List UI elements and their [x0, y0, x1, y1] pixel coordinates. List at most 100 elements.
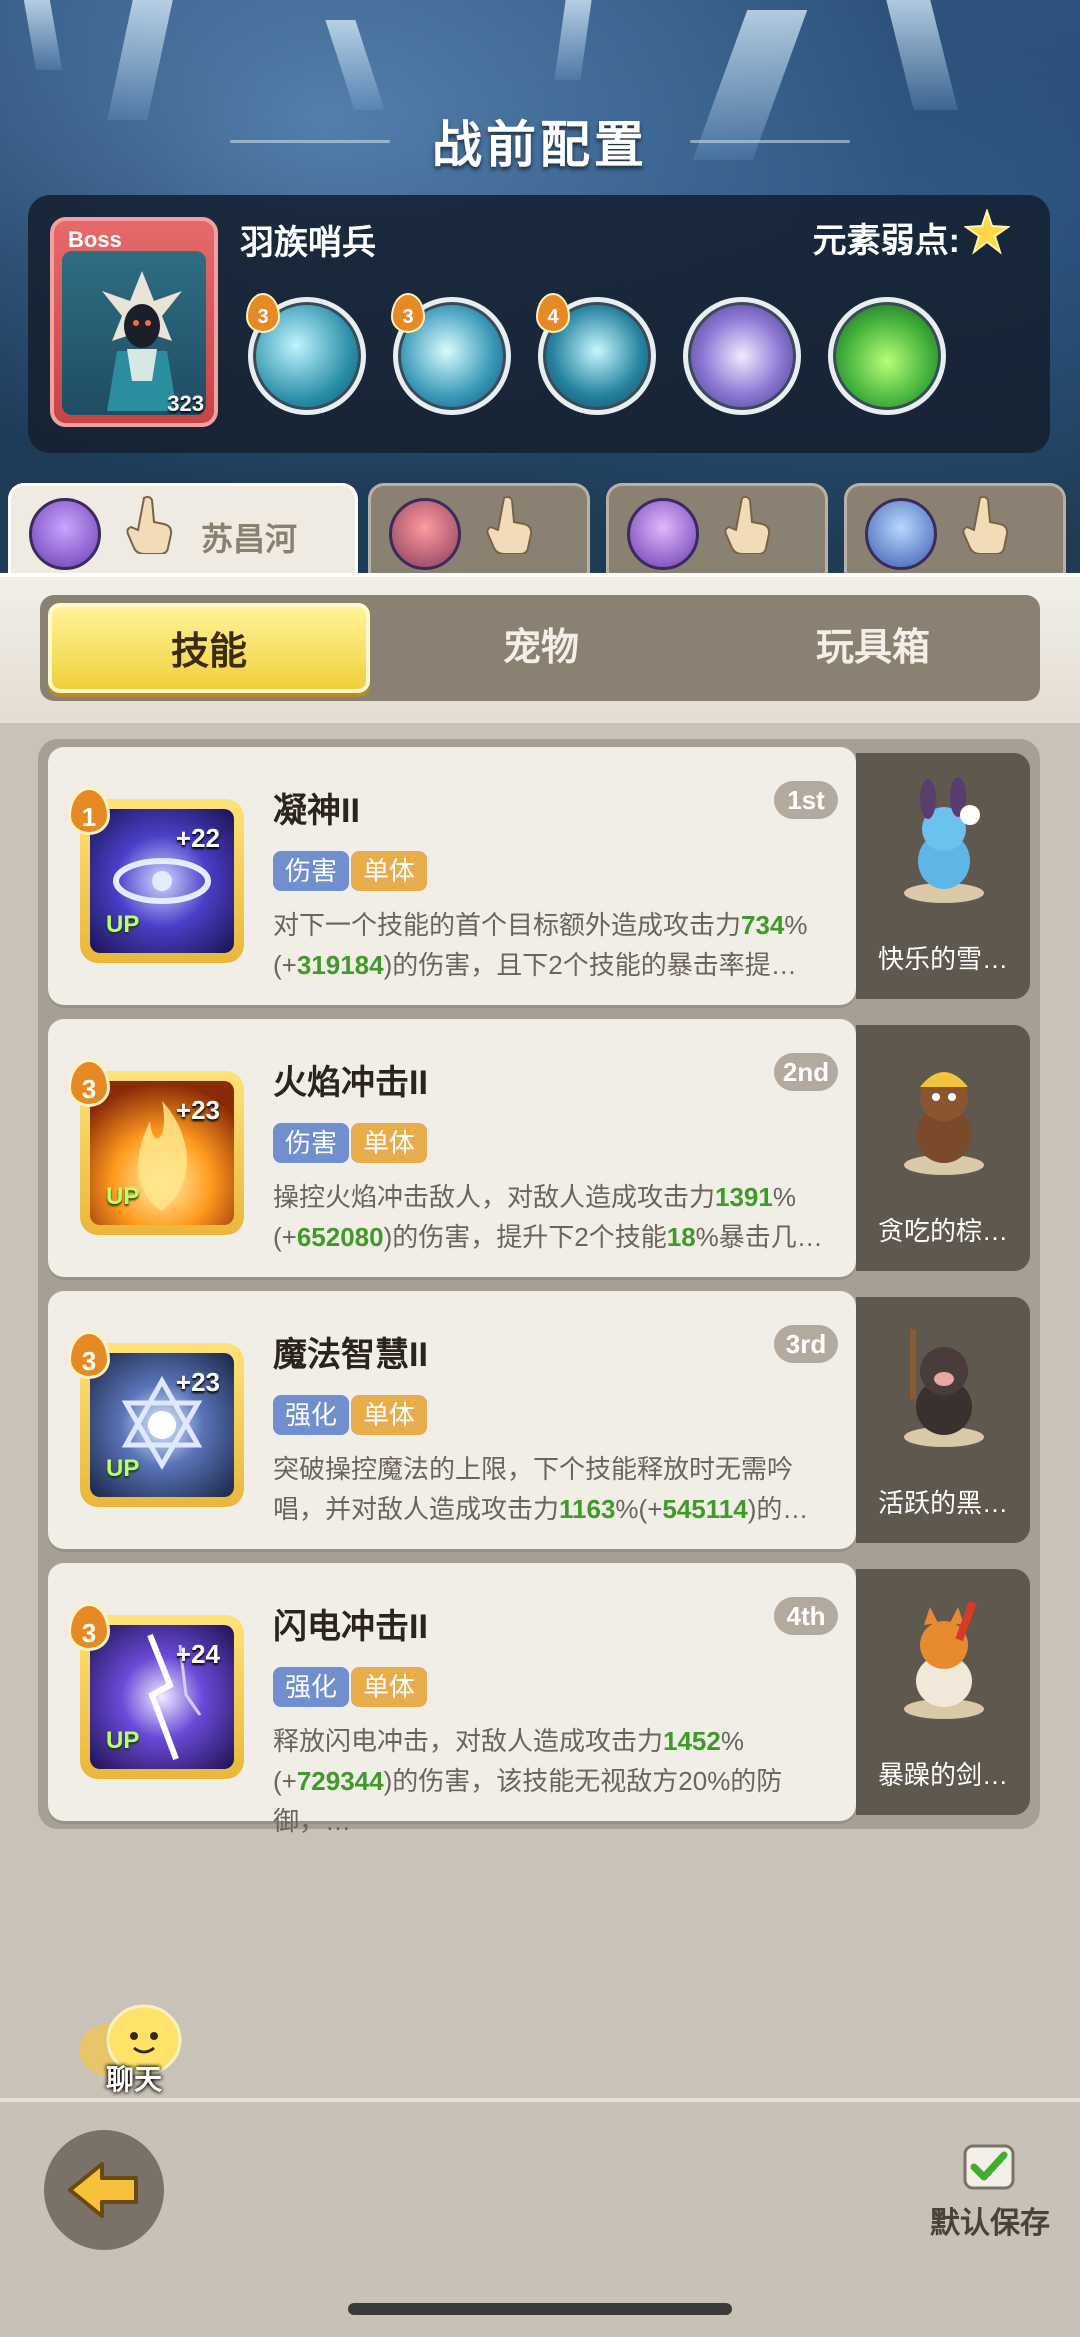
skill-tag: 伤害	[273, 851, 350, 891]
tab-pets[interactable]: 宠物	[380, 603, 702, 693]
pet-name: 贪吃的棕…	[877, 1216, 1008, 1246]
hero-name: 苏昌河	[201, 521, 298, 557]
boss-info-panel: Boss 323 羽族哨兵 元素弱点: 3 3 4	[28, 195, 1050, 453]
skill-row[interactable]: +23 UP 3 火焰冲击II 2nd 伤害 单体 操控火焰冲击敌人，对敌人造成…	[48, 1019, 1030, 1277]
back-button[interactable]	[44, 2130, 164, 2250]
skill-description: 对下一个技能的首个目标额外造成攻击力734%(+319184)的伤害，且下2个技…	[273, 905, 833, 985]
main-panel: 技能 宠物 玩具箱 +22 UP 1 凝神II 1st 伤害 单体 对下一个技能…	[0, 573, 1080, 2098]
skill-name: 闪电冲击II	[273, 1608, 428, 1646]
desc-value: 545114	[662, 1494, 748, 1524]
desc-text: 操控火焰冲击敌人，对敌人造成攻击力	[273, 1182, 716, 1212]
light-star-icon[interactable]	[964, 209, 1010, 255]
skill-row[interactable]: +22 UP 1 凝神II 1st 伤害 单体 对下一个技能的首个目标额外造成攻…	[48, 747, 1030, 1005]
fire-blast-icon: +23 UP	[90, 1081, 234, 1225]
skill-card[interactable]: +23 UP 3 火焰冲击II 2nd 伤害 单体 操控火焰冲击敌人，对敌人造成…	[48, 1019, 856, 1277]
skill-bonus: +24	[175, 1639, 220, 1669]
skill-tag: 强化	[273, 1395, 350, 1435]
skill-row[interactable]: +24 UP 3 闪电冲击II 4th 强化 单体 释放闪电冲击，对敌人造成攻击…	[48, 1563, 1030, 1836]
wind-swirl-icon[interactable]	[683, 297, 801, 415]
poison-slime-icon[interactable]	[828, 297, 946, 415]
page-title: 战前配置	[432, 117, 648, 173]
skill-card[interactable]: +23 UP 3 魔法智慧II 3rd 强化 单体 突破操控魔法的上限，下个技能…	[48, 1291, 856, 1549]
boss-level: 323	[167, 391, 204, 416]
hero-tab-3[interactable]	[606, 483, 828, 573]
skill-name: 火焰冲击II	[273, 1064, 428, 1102]
skill-up-label: UP	[106, 1183, 140, 1210]
boss-tag: Boss	[68, 227, 122, 252]
tab-bar: 技能 宠物 玩具箱	[40, 595, 1040, 701]
desc-text: 对下一个技能的首个目标额外造成攻击力	[273, 910, 742, 940]
skill-order-badge: 4th	[774, 1597, 838, 1635]
skill-tag: 单体	[351, 1667, 428, 1707]
chat-button[interactable]: 聊天	[64, 1990, 204, 2100]
desc-value: 1391	[715, 1182, 773, 1212]
skill-level-badge: 3	[68, 1603, 110, 1651]
pointing-hand-icon	[486, 495, 533, 554]
boss-card[interactable]: Boss 323	[50, 217, 218, 427]
skill-list: +22 UP 1 凝神II 1st 伤害 单体 对下一个技能的首个目标额外造成攻…	[38, 739, 1040, 1836]
skill-level-badge: 3	[68, 1059, 110, 1107]
hero-tab-2[interactable]	[368, 483, 590, 573]
desc-text: )的…	[747, 1494, 809, 1524]
skill-up-label: UP	[106, 1455, 140, 1482]
pet-name: 暴躁的剑…	[877, 1760, 1008, 1790]
skill-order-badge: 2nd	[774, 1053, 838, 1091]
boss-name: 羽族哨兵	[240, 224, 376, 262]
desc-value: 652080	[296, 1222, 384, 1252]
pet-name: 活跃的黑…	[877, 1488, 1008, 1518]
pet-name: 快乐的雪…	[877, 944, 1008, 974]
hero-avatar	[865, 498, 937, 570]
brown-bear-pet-icon	[904, 1072, 984, 1175]
skill-bonus: +23	[175, 1095, 220, 1125]
tab-bar-area: 技能 宠物 玩具箱	[0, 573, 1080, 723]
skill-tag: 单体	[351, 1395, 428, 1435]
skill-level-badge: 1	[68, 787, 110, 835]
back-arrow-icon	[68, 2162, 138, 2218]
pointing-hand-icon	[724, 495, 771, 554]
tab-skills[interactable]: 技能	[48, 603, 370, 693]
skill-level-badge: 3	[68, 1331, 110, 1379]
skill-name: 魔法智慧II	[273, 1336, 428, 1374]
tab-toybox[interactable]: 玩具箱	[712, 603, 1034, 693]
desc-text: %(+	[615, 1494, 663, 1524]
boss-figure-icon	[102, 271, 182, 411]
skill-row[interactable]: +23 UP 3 魔法智慧II 3rd 强化 单体 突破操控魔法的上限，下个技能…	[48, 1291, 1030, 1549]
focus-eye-icon: +22 UP	[90, 809, 234, 953]
magic-star-icon: +23 UP	[90, 1353, 234, 1497]
skill-card[interactable]: +24 UP 3 闪电冲击II 4th 强化 单体 释放闪电冲击，对敌人造成攻击…	[48, 1563, 856, 1836]
pet-slot[interactable]: 暴躁的剑…	[856, 1569, 1030, 1815]
skill-up-label: UP	[106, 911, 140, 938]
boss-skill-level: 4	[536, 293, 570, 333]
skill-order-badge: 1st	[774, 781, 838, 819]
skill-description: 释放闪电冲击，对敌人造成攻击力1452%(+729344)的伤害，该技能无视敌方…	[273, 1721, 833, 1841]
hero-avatar	[627, 498, 699, 570]
weakness-label: 元素弱点:	[812, 222, 960, 260]
home-indicator[interactable]	[348, 2303, 732, 2315]
pet-slot[interactable]: 活跃的黑…	[856, 1297, 1030, 1543]
desc-value: 1452	[663, 1726, 721, 1756]
sword-cat-pet-icon	[904, 1600, 984, 1719]
checkbox-checked-icon[interactable]	[962, 2143, 1016, 2191]
desc-value: 319184	[296, 950, 384, 980]
skill-bonus: +22	[175, 823, 220, 853]
skill-name: 凝神II	[273, 792, 360, 830]
skill-description: 操控火焰冲击敌人，对敌人造成攻击力1391%(+652080)的伤害，提升下2个…	[273, 1177, 833, 1257]
hero-tab-4[interactable]	[844, 483, 1066, 573]
desc-text: %暴击几…	[695, 1222, 823, 1252]
skill-tag: 单体	[351, 851, 428, 891]
default-save-label[interactable]: 默认保存	[930, 2198, 1050, 2242]
skill-tag: 伤害	[273, 1123, 350, 1163]
skill-card[interactable]: +22 UP 1 凝神II 1st 伤害 单体 对下一个技能的首个目标额外造成攻…	[48, 747, 856, 1005]
desc-text: 释放闪电冲击，对敌人造成攻击力	[273, 1726, 664, 1756]
hero-avatar	[29, 498, 101, 570]
desc-value: 729344	[296, 1766, 384, 1796]
hero-tab-1[interactable]: 苏昌河	[8, 483, 358, 573]
desc-text: )的伤害，且下2个技能的暴击率提…	[383, 950, 797, 980]
pet-slot[interactable]: 快乐的雪…	[856, 753, 1030, 999]
boss-skill-level: 3	[246, 293, 280, 333]
skill-tag: 强化	[273, 1667, 350, 1707]
desc-value: 18	[666, 1222, 696, 1252]
black-boar-pet-icon	[904, 1329, 984, 1447]
skill-order-badge: 3rd	[774, 1325, 838, 1363]
pet-slot[interactable]: 贪吃的棕…	[856, 1025, 1030, 1271]
